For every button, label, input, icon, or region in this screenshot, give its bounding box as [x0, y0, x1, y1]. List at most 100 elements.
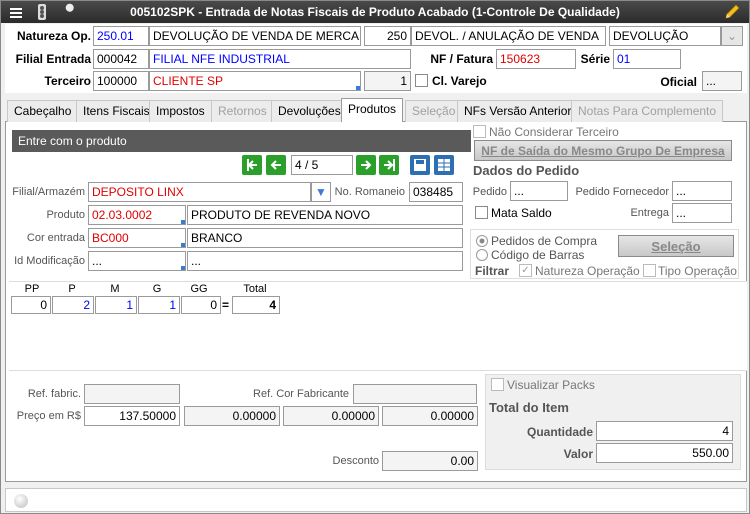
status-indicator-icon — [14, 494, 28, 508]
tab-devolucoes[interactable]: Devoluções — [271, 100, 348, 122]
terceiro-code-field[interactable]: 100000 — [93, 71, 149, 91]
cor-code-field[interactable]: BC000 — [88, 228, 186, 248]
mata-saldo-checkbox[interactable] — [475, 206, 488, 219]
grid-header-p: P — [68, 283, 76, 295]
edit-pencil-icon[interactable] — [723, 3, 741, 21]
last-record-icon[interactable] — [379, 155, 399, 175]
tab-nfs-versao-anterior[interactable]: NFs Versão Anterior — [457, 100, 579, 122]
status-bar — [5, 488, 747, 512]
grid-header-m: M — [110, 283, 120, 295]
produto-desc-field: PRODUTO DE REVENDA NOVO — [187, 205, 463, 225]
cor-label: Cor entrada — [26, 232, 85, 244]
tab-notas-complemento[interactable]: Notas Para Complemento — [571, 100, 724, 122]
produto-code-field[interactable]: 02.03.0002 — [88, 205, 186, 225]
cl-varejo-checkbox[interactable] — [415, 74, 428, 87]
record-position: 4 / 5 — [291, 155, 353, 175]
panel-title: Entre com o produto — [12, 130, 471, 152]
dados-pedido-title: Dados do Pedido — [473, 163, 580, 178]
window-title: 005102SPK - Entrada de Notas Fiscais de … — [130, 5, 620, 19]
natureza-desc-field[interactable]: DEVOLUÇÃO DE VENDA DE MERCADORIA — [149, 26, 361, 46]
tipo-dropdown-icon[interactable]: ⌄ — [721, 26, 743, 46]
cl-varejo-label: Cl. Varejo — [432, 74, 487, 88]
desconto-label: Desconto — [332, 455, 379, 467]
natureza-label: Natureza Op. — [16, 29, 91, 43]
tipo-op-checkbox[interactable] — [643, 264, 656, 277]
natureza-code-field[interactable]: 250.01 — [93, 26, 149, 46]
grid-cell-p[interactable]: 2 — [52, 296, 94, 314]
grid-cell-g[interactable]: 1 — [138, 296, 180, 314]
tab-selecao[interactable]: Seleção — [405, 100, 463, 122]
tab-cabecalho[interactable]: Cabeçalho — [7, 100, 79, 122]
oficial-field[interactable]: ... — [702, 71, 742, 91]
filial-dropdown-icon[interactable]: ▼ — [311, 182, 331, 202]
entrega-field[interactable]: ... — [672, 203, 732, 223]
first-record-icon[interactable] — [242, 155, 262, 175]
pedidos-compra-radio[interactable] — [476, 235, 488, 247]
ref-fabric-label: Ref. fabric. — [27, 388, 81, 400]
id-modificacao-field[interactable]: ... — [88, 251, 186, 271]
grid-view-icon[interactable] — [434, 155, 454, 175]
preco-field-4: 0.00000 — [382, 406, 478, 426]
oficial-label: Oficial — [660, 75, 697, 89]
desconto-field: 0.00 — [382, 451, 478, 471]
ref-cor-field[interactable] — [353, 384, 477, 404]
nf-field[interactable]: 150623 — [496, 49, 576, 69]
natureza-op-label: Natureza Operação — [535, 264, 640, 278]
grid-cell-gg[interactable]: 0 — [181, 296, 221, 314]
pedido-field[interactable]: ... — [510, 181, 568, 201]
cor-desc-field: BRANCO — [187, 228, 463, 248]
pedido-fornecedor-label: Pedido Fornecedor — [575, 186, 669, 198]
total-item-title: Total do Item — [489, 400, 569, 415]
tab-itens-fiscais[interactable]: Itens Fiscais — [76, 100, 157, 122]
nf-saida-button[interactable]: NF de Saída do Mesmo Grupo De Empresa — [474, 140, 732, 161]
filial-armazem-field[interactable]: DEPOSITO LINX — [88, 182, 311, 202]
romaneio-label: No. Romaneio — [334, 186, 405, 198]
tipo-field[interactable]: DEVOLUÇÃO — [609, 26, 721, 46]
codigo-barras-radio[interactable] — [476, 249, 488, 261]
tab-impostos[interactable]: Impostos — [149, 100, 212, 122]
ref-fabric-field[interactable] — [84, 384, 180, 404]
natureza-op-checkbox[interactable]: ✓ — [519, 264, 532, 277]
nf-label: NF / Fatura — [430, 52, 493, 66]
filtrar-label: Filtrar — [475, 264, 510, 278]
filial-code-field[interactable]: 000042 — [93, 49, 149, 69]
save-record-icon[interactable] — [410, 155, 430, 175]
visualizar-packs-checkbox[interactable] — [491, 378, 504, 391]
nao-considerar-checkbox[interactable] — [473, 125, 486, 138]
filial-label: Filial Entrada — [15, 52, 91, 66]
terceiro-name-field[interactable]: CLIENTE SP — [149, 71, 361, 91]
terceiro-label: Terceiro — [44, 74, 91, 88]
tab-produtos[interactable]: Produtos — [341, 98, 404, 123]
filial-name-field[interactable]: FILIAL NFE INDUSTRIAL — [149, 49, 411, 69]
pedido-fornecedor-field[interactable]: ... — [672, 181, 732, 201]
selecao-button[interactable]: Seleção — [618, 235, 734, 257]
preco-field-2: 0.00000 — [184, 406, 280, 426]
id-modificacao-field-2: ... — [187, 251, 463, 271]
title-bar: 005102SPK - Entrada de Notas Fiscais de … — [1, 1, 749, 23]
next-record-icon[interactable] — [356, 155, 376, 175]
preco-field-3: 0.00000 — [283, 406, 379, 426]
codigo-barras-label: Código de Barras — [491, 248, 585, 262]
quantidade-label: Quantidade — [526, 425, 593, 439]
tab-retornos[interactable]: Retornos — [211, 100, 274, 122]
id-modificacao-label: Id Modificação — [14, 255, 85, 267]
natureza-num-field: 250 — [364, 26, 411, 46]
grid-cell-m[interactable]: 1 — [95, 296, 137, 314]
grid-cell-total: 4 — [232, 296, 280, 314]
grid-cell-pp[interactable]: 0 — [11, 296, 51, 314]
nao-considerar-label: Não Considerar Terceiro — [489, 125, 619, 139]
quantidade-field: 4 — [596, 421, 733, 441]
grid-header-g: G — [152, 283, 162, 295]
valor-field: 550.00 — [596, 443, 733, 463]
grid-header-pp: PP — [24, 283, 40, 295]
prev-record-icon[interactable] — [266, 155, 286, 175]
grid-header-gg: GG — [190, 283, 208, 295]
preco-field-1[interactable]: 137.50000 — [84, 406, 180, 426]
mata-saldo-label: Mata Saldo — [491, 206, 552, 220]
valor-label: Valor — [563, 447, 593, 461]
terceiro-num-field: 1 — [364, 71, 411, 91]
serie-field[interactable]: 01 — [613, 49, 681, 69]
visualizar-packs-label: Visualizar Packs — [507, 378, 595, 392]
produto-label: Produto — [46, 209, 85, 221]
ref-cor-label: Ref. Cor Fabricante — [253, 388, 349, 400]
